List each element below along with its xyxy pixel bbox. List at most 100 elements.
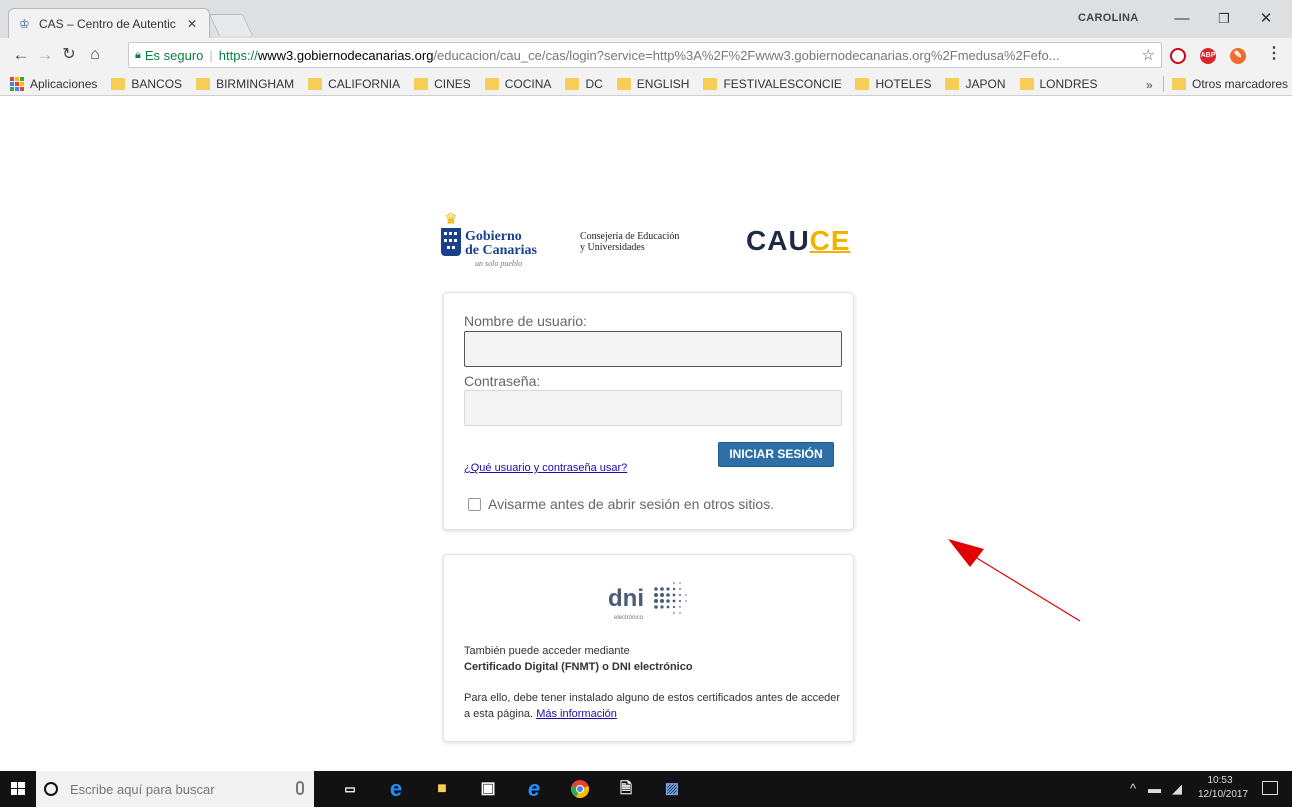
password-input[interactable] (464, 390, 842, 426)
bookmarks-overflow-icon[interactable]: » (1146, 78, 1153, 92)
document-icon[interactable]: 🗎︎ (614, 777, 638, 801)
internet-explorer-icon[interactable]: e (522, 777, 546, 801)
home-icon[interactable]: ⌂ (84, 44, 106, 66)
back-icon[interactable]: ← (10, 44, 32, 66)
store-icon[interactable]: ▣ (476, 777, 500, 801)
cortana-icon (44, 782, 58, 796)
close-window-icon[interactable]: ✕ (1246, 6, 1286, 32)
warn-checkbox-label[interactable]: Avisarme antes de abrir sesión en otros … (488, 496, 774, 512)
bookmark-folder[interactable]: JAPON (945, 76, 1006, 91)
photos-icon[interactable]: ▨ (660, 777, 684, 801)
windows-logo-icon (11, 782, 25, 795)
bookmark-folder[interactable]: CALIFORNIA (308, 77, 400, 91)
secure-label: Es seguro (144, 47, 204, 63)
bookmark-folder[interactable]: FESTIVALESCONCIERT (703, 77, 841, 91)
url-host: www3.gobiernodecanarias.org (257, 47, 434, 63)
certificate-paragraph: Para ello, debe tener instalado alguno d… (464, 692, 841, 720)
bookmark-label: CINES (434, 76, 471, 91)
microphone-icon[interactable] (296, 781, 304, 795)
file-explorer-icon[interactable]: ■ (430, 777, 454, 801)
chrome-icon[interactable] (568, 777, 592, 801)
battery-icon[interactable]: ▬ (1148, 781, 1161, 796)
minimize-icon[interactable]: — (1162, 6, 1202, 32)
extension-icon[interactable]: ✎ (1230, 48, 1246, 64)
consejeria-heading: Consejería de Educación y Universidades (580, 231, 679, 253)
bookmark-folder[interactable]: BANCOS (111, 77, 182, 91)
bookmark-folder[interactable]: CINES (414, 77, 471, 91)
lock-icon: 🔒︎ (135, 48, 141, 61)
bookmark-folder[interactable]: LONDRES (1019, 77, 1098, 91)
forward-icon[interactable]: → (34, 44, 56, 66)
url-path: /educacion/cau_ce/cas/login?service=http… (433, 47, 1060, 63)
coat-of-arms-icon (441, 228, 461, 256)
bookmark-apps[interactable]: Aplicaciones (10, 76, 97, 91)
restore-icon[interactable]: ❐ (1204, 6, 1244, 32)
warn-checkbox[interactable] (468, 498, 481, 511)
reload-icon[interactable]: ↻ (58, 44, 80, 66)
cauce-logo-part2: CE (809, 225, 851, 256)
credentials-help-link[interactable]: ¿Qué usuario y contraseña usar? (464, 462, 627, 474)
bookmarks-bar: Aplicaciones BANCOS BIRMINGHAM CALIFORNI… (0, 72, 1292, 96)
certificate-line2: Certificado Digital (FNMT) o DNI electró… (464, 661, 693, 673)
opera-extension-icon[interactable] (1170, 48, 1186, 64)
bookmark-star-icon[interactable]: ☆ (1142, 46, 1155, 64)
folder-icon (616, 77, 631, 90)
taskbar-search[interactable]: Escribe aquí para buscar (36, 771, 314, 807)
bookmark-label: BANCOS (131, 76, 183, 91)
tray-chevron-icon[interactable]: ^ (1130, 781, 1136, 796)
adblock-plus-icon[interactable]: ABP (1200, 48, 1216, 64)
browser-tab[interactable]: ♔ CAS – Centro de Autentic ✕ (8, 8, 210, 38)
folder-icon (414, 77, 429, 90)
folder-icon (703, 77, 718, 90)
crown-icon: ♛ (444, 211, 458, 228)
profile-name[interactable]: CAROLINA (1078, 12, 1138, 24)
folder-icon (1019, 77, 1034, 90)
bookmark-folder[interactable]: COCINA (484, 76, 552, 91)
bookmark-folder[interactable]: HOTELES (855, 77, 931, 91)
bookmark-folder[interactable]: DC (565, 76, 603, 91)
certificate-line1: También puede acceder mediante (464, 645, 630, 657)
bookmark-label: FESTIVALESCONCIERT (723, 76, 842, 91)
login-button[interactable]: INICIAR SESIÓN (718, 442, 834, 467)
tab-title: CAS – Centro de Autentic (39, 16, 176, 31)
bookmark-label: DC (585, 76, 603, 91)
more-info-link[interactable]: Más información (536, 708, 617, 720)
clock-date: 12/10/2017 (1198, 789, 1249, 800)
bookmark-label: BIRMINGHAM (216, 76, 295, 91)
bookmark-label: JAPON (965, 76, 1006, 91)
folder-icon (1172, 78, 1186, 90)
page-content: ♛ Gobierno de Canarias un solo pueblo Co… (0, 97, 1292, 771)
wifi-icon[interactable]: ◢ (1172, 781, 1182, 797)
bookmark-folder[interactable]: BIRMINGHAM (196, 77, 294, 91)
edge-icon[interactable]: e (384, 777, 408, 801)
url-separator: | (209, 47, 213, 63)
bookmark-folder[interactable]: ENGLISH (616, 76, 690, 91)
other-bookmarks[interactable]: Otros marcadores (1172, 72, 1288, 96)
taskbar-clock[interactable]: 10:53 12/10/2017 (1198, 774, 1249, 802)
login-form: Nombre de usuario: Contraseña: INICIAR S… (443, 292, 854, 530)
folder-icon (308, 77, 323, 90)
username-input[interactable] (464, 331, 842, 367)
bookmark-label: COCINA (504, 76, 552, 91)
gobierno-motto: un solo pueblo (475, 259, 523, 268)
folder-icon (945, 77, 960, 90)
url-scheme: https:// (218, 47, 258, 63)
notification-icon[interactable] (1262, 781, 1278, 795)
browser-toolbar: ← → ↻ ⌂ 🔒︎ Es seguro | https://www3.gobi… (0, 38, 1292, 72)
new-tab-button[interactable] (208, 14, 254, 36)
dni-electronico-logo: dni electrónico (608, 575, 698, 627)
tab-close-icon[interactable]: ✕ (185, 17, 199, 31)
canarias-text: de Canarias (465, 243, 537, 258)
bookmark-label: ENGLISH (636, 76, 690, 91)
task-view-icon[interactable]: ▭ (338, 777, 362, 801)
consejeria-line2: y Universidades (580, 242, 645, 253)
chrome-menu-icon[interactable]: ⋮ (1266, 46, 1282, 64)
certificate-intro: También puede acceder mediante Certifica… (464, 643, 693, 675)
password-label: Contraseña: (464, 373, 541, 389)
bookmarks-divider (1163, 76, 1164, 92)
start-button[interactable] (0, 771, 36, 807)
cauce-logo-part1: CAU (746, 225, 810, 256)
folder-icon (484, 77, 499, 90)
address-bar[interactable]: 🔒︎ Es seguro | https://www3.gobiernodeca… (128, 42, 1162, 68)
bookmark-label: CALIFORNIA (328, 76, 401, 91)
